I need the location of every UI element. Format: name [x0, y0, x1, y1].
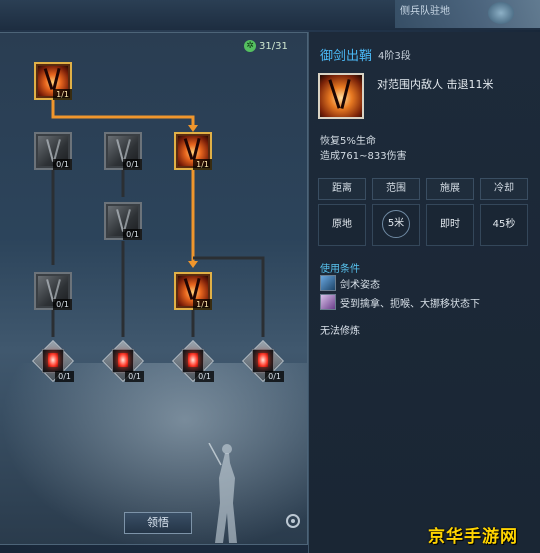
condition-text: 剑术姿态: [340, 279, 380, 291]
locked-core-icon: [48, 353, 58, 367]
skill-screen: 侧兵队驻地 ✲ 31/31 1/1 0/1 0/1 1/1 0/1 0/1 1/…: [0, 0, 540, 553]
node-count: 0/1: [195, 371, 214, 382]
locked-core-icon: [258, 353, 268, 367]
condition-text: 受到擒拿、扼喉、大挪移状态下: [340, 298, 480, 310]
connector-arrow: [188, 125, 198, 132]
skill-main-icon: [318, 73, 364, 119]
skill-node-r4c3[interactable]: 1/1: [174, 272, 212, 310]
watermark: 京华手游网: [428, 527, 518, 547]
node-count: 0/1: [123, 159, 142, 170]
node-count: 0/1: [53, 299, 72, 310]
stat-header-range: 距离: [318, 178, 366, 200]
locked-core-icon: [118, 353, 128, 367]
stat-header-cast: 施展: [426, 178, 474, 200]
stat-value-cast: 即时: [426, 204, 474, 246]
skill-description: 对范围内敌人 击退11米: [377, 78, 494, 91]
connector-arrow: [188, 261, 198, 268]
stat-value-range: 原地: [318, 204, 366, 246]
node-count: 1/1: [53, 89, 72, 100]
skill-node-r5c4[interactable]: 0/1: [242, 340, 284, 382]
node-count: 0/1: [123, 229, 142, 240]
node-count: 1/1: [193, 159, 212, 170]
skill-node-r4c1[interactable]: 0/1: [34, 272, 72, 310]
skill-node-r2c1[interactable]: 0/1: [34, 132, 72, 170]
skill-effect-damage: 造成761~833伤害: [320, 151, 407, 162]
restrained-status-icon: [320, 294, 336, 310]
locked-core-icon: [188, 353, 198, 367]
condition-item: 剑术姿态: [320, 275, 380, 291]
skill-point-icon: ✲: [244, 40, 256, 52]
node-count: 0/1: [265, 371, 284, 382]
stat-value-area-text: 5米: [382, 210, 410, 238]
condition-item: 受到擒拿、扼喉、大挪移状态下: [320, 294, 480, 310]
conditions-title: 使用条件: [320, 264, 360, 275]
skill-title: 御剑出鞘: [320, 49, 373, 64]
reset-icon[interactable]: [286, 514, 300, 528]
connector-root-to-r2c3: [51, 100, 195, 128]
stat-header-cooldown: 冷却: [480, 178, 528, 200]
skill-node-r2c2[interactable]: 0/1: [104, 132, 142, 170]
skill-node-r5c1[interactable]: 0/1: [32, 340, 74, 382]
stat-header-area: 范围: [372, 178, 420, 200]
skill-effect-heal: 恢复5%生命: [320, 136, 376, 147]
learn-button[interactable]: 领悟: [124, 512, 192, 534]
skill-node-r5c3[interactable]: 0/1: [172, 340, 214, 382]
cannot-train-text: 无法修炼: [320, 326, 360, 337]
skill-level: 4阶3段: [378, 51, 411, 62]
node-count: 0/1: [125, 371, 144, 382]
stat-value-cooldown: 45秒: [480, 204, 528, 246]
skill-node-root[interactable]: 1/1: [34, 62, 72, 100]
node-count: 1/1: [193, 299, 212, 310]
skill-node-r2c3[interactable]: 1/1: [174, 132, 212, 170]
node-count: 0/1: [53, 159, 72, 170]
stat-value-area: 5米: [372, 204, 420, 246]
skill-points: ✲ 31/31: [244, 40, 288, 52]
skill-points-value: 31/31: [259, 40, 288, 52]
node-count: 0/1: [55, 371, 74, 382]
sword-stance-icon: [320, 275, 336, 291]
skill-node-r5c2[interactable]: 0/1: [102, 340, 144, 382]
skill-node-r3c2[interactable]: 0/1: [104, 202, 142, 240]
